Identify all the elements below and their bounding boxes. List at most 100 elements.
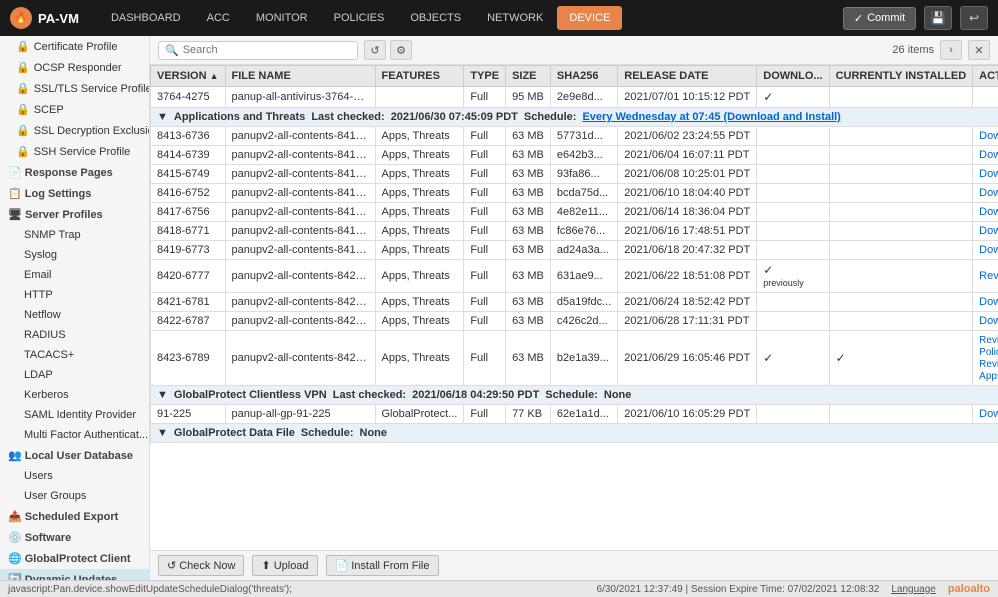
logo-icon: 🔥: [10, 7, 32, 29]
nav-acc[interactable]: ACC: [195, 6, 242, 30]
sidebar-item-scheduled-export[interactable]: 📤 Scheduled Export: [0, 506, 149, 527]
cell-type: Full: [464, 165, 506, 184]
sidebar-item-snmp[interactable]: SNMP Trap: [0, 225, 149, 245]
cell-size: 95 MB: [506, 87, 551, 108]
cell-downloaded: [757, 165, 829, 184]
col-header-type[interactable]: TYPE: [464, 66, 506, 87]
nav-objects[interactable]: OBJECTS: [398, 6, 473, 30]
close-button[interactable]: ✕: [968, 40, 990, 60]
content-area: 🔍 ↺ ⚙ 26 items › ✕ VERSION ▲ FILE NAME F…: [150, 36, 998, 580]
cell-action[interactable]: Download: [973, 312, 998, 331]
collapse-icon[interactable]: ▼: [157, 111, 168, 123]
cell-installed: [829, 87, 973, 108]
col-header-action[interactable]: ACTION: [973, 66, 998, 87]
col-header-download[interactable]: DOWNLO...: [757, 66, 829, 87]
sidebar-item-syslog[interactable]: Syslog: [0, 245, 149, 265]
cell-action[interactable]: Download: [973, 405, 998, 424]
cell-action[interactable]: Revert: [973, 260, 998, 293]
refresh-button[interactable]: ↺: [364, 40, 386, 60]
sidebar-item-ssl-exclusion[interactable]: 🔒 SSL Decryption Exclusio...: [0, 120, 149, 141]
sidebar-item-netflow[interactable]: Netflow: [0, 305, 149, 325]
cell-action[interactable]: Download: [973, 146, 998, 165]
revert-icon-btn[interactable]: ↩: [960, 6, 988, 30]
last-checked-label: Last checked:: [311, 111, 384, 123]
cell-action[interactable]: Download: [973, 165, 998, 184]
sidebar-item-ssl-tls[interactable]: 🔒 SSL/TLS Service Profile: [0, 78, 149, 99]
sidebar-item-ssh-profile[interactable]: 🔒 SSH Service Profile: [0, 141, 149, 162]
sidebar-item-http[interactable]: HTTP: [0, 285, 149, 305]
col-header-filename[interactable]: FILE NAME: [225, 66, 375, 87]
cell-action[interactable]: Review PoliciesReview Apps: [973, 331, 998, 386]
sidebar-item-saml[interactable]: SAML Identity Provider: [0, 405, 149, 425]
cell-filename: panupv2-all-contents-8413-6736: [225, 127, 375, 146]
cell-installed: [829, 203, 973, 222]
sidebar-item-email[interactable]: Email: [0, 265, 149, 285]
schedule-label: Schedule:: [545, 389, 598, 401]
cell-sha: fc86e76...: [550, 222, 617, 241]
col-header-sha[interactable]: SHA256: [550, 66, 617, 87]
settings-button[interactable]: ⚙: [390, 40, 412, 60]
language-label[interactable]: Language: [891, 584, 936, 595]
cell-action[interactable]: Download: [973, 203, 998, 222]
col-header-version[interactable]: VERSION ▲: [151, 66, 226, 87]
table-row: 8419-6773 panupv2-all-contents-8419-6773…: [151, 241, 998, 260]
group-name: Applications and Threats: [174, 111, 305, 123]
sidebar-item-certificate-profile[interactable]: 🔒 Certificate Profile: [0, 36, 149, 57]
sidebar-item-software[interactable]: 💿 Software: [0, 527, 149, 548]
review-apps-link[interactable]: Review Apps: [979, 359, 998, 382]
col-header-size[interactable]: SIZE: [506, 66, 551, 87]
install-from-file-button[interactable]: 📄 Install From File: [326, 555, 439, 576]
cell-date: 2021/06/10 16:05:29 PDT: [618, 405, 757, 424]
cell-action[interactable]: Download: [973, 222, 998, 241]
sidebar-item-dynamic-updates[interactable]: 🔄 Dynamic Updates: [0, 569, 149, 580]
col-header-date[interactable]: RELEASE DATE: [618, 66, 757, 87]
sidebar-item-local-user-db[interactable]: 👥 Local User Database: [0, 445, 149, 466]
sidebar-item-users[interactable]: Users: [0, 466, 149, 486]
review-policies-link[interactable]: Review Policies: [979, 335, 998, 358]
schedule-value: None: [360, 427, 388, 439]
sidebar-item-user-groups[interactable]: User Groups: [0, 486, 149, 506]
cell-size: 63 MB: [506, 331, 551, 386]
upload-button[interactable]: ⬆ Upload: [252, 555, 317, 576]
check-now-button[interactable]: ↺ Check Now: [158, 555, 244, 576]
sidebar-label: SCEP: [34, 104, 64, 116]
cell-size: 63 MB: [506, 222, 551, 241]
cell-version: 3764-4275: [151, 87, 226, 108]
sidebar-item-response-pages[interactable]: 📄 Response Pages: [0, 162, 149, 183]
cell-action[interactable]: Download: [973, 127, 998, 146]
cell-downloaded: ✓previously: [757, 260, 829, 293]
sidebar-item-globalprotect-client[interactable]: 🌐 GlobalProtect Client: [0, 548, 149, 569]
collapse-icon[interactable]: ▼: [157, 389, 168, 401]
save-icon-btn[interactable]: 💾: [924, 6, 952, 30]
next-button[interactable]: ›: [940, 40, 962, 60]
nav-dashboard[interactable]: DASHBOARD: [99, 6, 193, 30]
sidebar-item-ocsp[interactable]: 🔒 OCSP Responder: [0, 57, 149, 78]
cell-downloaded: [757, 312, 829, 331]
cell-action[interactable]: Download: [973, 241, 998, 260]
nav-device[interactable]: DEVICE: [557, 6, 622, 30]
commit-button[interactable]: ✓ Commit: [843, 7, 916, 30]
sidebar-item-ldap[interactable]: LDAP: [0, 365, 149, 385]
sidebar-item-scep[interactable]: 🔒 SCEP: [0, 99, 149, 120]
collapse-icon[interactable]: ▼: [157, 427, 168, 439]
nav-policies[interactable]: POLICIES: [322, 6, 397, 30]
table-row: 3764-4275 panup-all-antivirus-3764-4275 …: [151, 87, 998, 108]
nav-network[interactable]: NETWORK: [475, 6, 555, 30]
col-header-installed[interactable]: CURRENTLY INSTALLED: [829, 66, 973, 87]
sidebar-item-server-profiles[interactable]: 🖥 Server Profiles: [0, 204, 149, 225]
search-box[interactable]: 🔍: [158, 41, 358, 60]
search-input[interactable]: [183, 44, 351, 56]
cell-action[interactable]: Download: [973, 184, 998, 203]
nav-monitor[interactable]: MONITOR: [244, 6, 320, 30]
item-count: 26 items: [892, 44, 934, 56]
col-header-features[interactable]: FEATURES: [375, 66, 464, 87]
cell-action[interactable]: Download: [973, 293, 998, 312]
sidebar-item-log-settings[interactable]: 📋 Log Settings: [0, 183, 149, 204]
sidebar-item-tacacs[interactable]: TACACS+: [0, 345, 149, 365]
schedule-link[interactable]: Every Wednesday at 07:45 (Download and I…: [582, 111, 840, 123]
sidebar-item-mfa[interactable]: Multi Factor Authenticat...: [0, 425, 149, 445]
sidebar-item-kerberos[interactable]: Kerberos: [0, 385, 149, 405]
sidebar-item-radius[interactable]: RADIUS: [0, 325, 149, 345]
cell-sha: bcda75d...: [550, 184, 617, 203]
sidebar-label: Certificate Profile: [34, 41, 118, 53]
